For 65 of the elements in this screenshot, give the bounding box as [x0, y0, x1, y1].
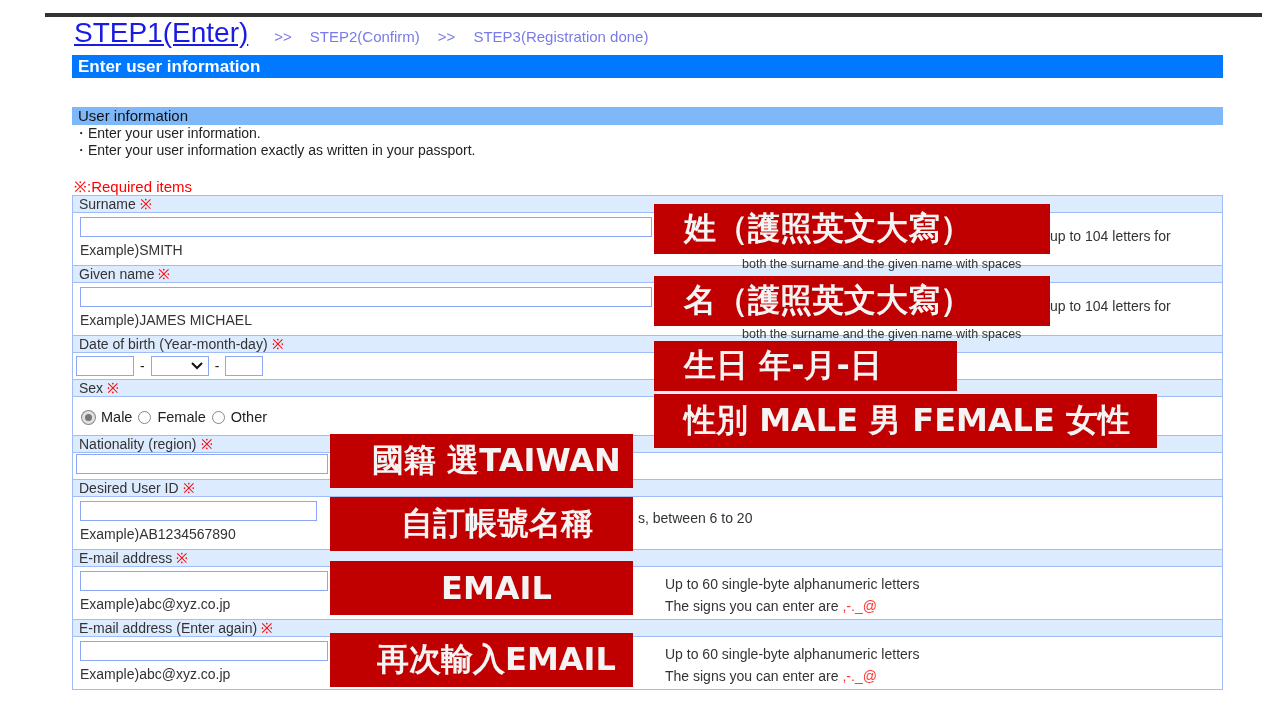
- field-label: Sex: [79, 380, 104, 396]
- step-separator: >>: [274, 28, 292, 45]
- text-input[interactable]: [80, 501, 317, 521]
- month-select[interactable]: [150, 356, 209, 376]
- field-label: Given name: [79, 266, 155, 282]
- field-label: Desired User ID: [79, 480, 179, 496]
- annotation-label: 名（護照英文大寫）: [654, 276, 1050, 326]
- text-input[interactable]: [80, 217, 652, 237]
- hint-text: The signs you can enter are ,-._@: [665, 667, 878, 686]
- hint-text: Up to 60 single-byte alphanumeric letters: [665, 645, 920, 664]
- required-mark: ※: [182, 480, 195, 496]
- required-mark: ※: [271, 336, 284, 352]
- required-mark: ※: [107, 380, 120, 396]
- hint-text: Up to 60 single-byte alphanumeric letters: [665, 575, 920, 594]
- date-separator: -: [214, 358, 220, 374]
- text-input[interactable]: [80, 571, 328, 591]
- chevron-down-icon: [189, 361, 204, 371]
- example-text: Example)abc@xyz.co.jp: [80, 666, 231, 683]
- field-label: Nationality (region): [79, 436, 197, 452]
- radio-button[interactable]: [211, 410, 225, 424]
- example-text: Example)abc@xyz.co.jp: [80, 596, 231, 613]
- field-label: E-mail address: [79, 550, 173, 566]
- step-separator: >>: [437, 28, 456, 45]
- field-label: Date of birth (Year-month-day): [79, 336, 268, 352]
- annotation-label: 國籍 選TAIWAN: [330, 434, 633, 488]
- hint-text: both the surname and the given name with spaces: [742, 328, 1022, 341]
- annotation-label: 生日 年-月-日: [654, 341, 957, 391]
- hint-text: s, between 6 to 20: [638, 509, 753, 528]
- instruction-text: ・Enter your user information.: [73, 125, 262, 142]
- field-label: Surname: [79, 196, 136, 212]
- annotation-label: 姓（護照英文大寫）: [654, 204, 1050, 254]
- annotation-label: 再次輸入EMAIL: [330, 633, 633, 687]
- required-mark: ※: [261, 620, 274, 636]
- required-mark: ※: [158, 266, 171, 282]
- required-mark: ※: [139, 196, 152, 212]
- step-link[interactable]: STEP1(Enter): [74, 17, 249, 49]
- annotation-label: EMAIL: [330, 561, 633, 615]
- required-note: ※:Required items: [73, 179, 194, 195]
- hint-text: up to 104 letters for: [1050, 297, 1171, 315]
- radio-label[interactable]: Female: [157, 409, 206, 425]
- radio-button[interactable]: [138, 410, 152, 424]
- required-mark: ※: [176, 550, 189, 566]
- section-header: User information: [72, 107, 1223, 125]
- field-label: E-mail address (Enter again): [79, 620, 258, 636]
- radio-label[interactable]: Other: [230, 409, 268, 425]
- hint-text: both the surname and the given name with spaces: [742, 258, 1022, 271]
- instruction-text: ・Enter your user information exactly as written in your passport.: [73, 142, 477, 159]
- example-text: Example)JAMES MICHAEL: [80, 312, 252, 329]
- required-mark: ※: [200, 436, 213, 452]
- text-input[interactable]: [80, 641, 328, 661]
- step-link[interactable]: STEP3(Registration done): [473, 28, 649, 45]
- step-link[interactable]: STEP2(Confirm): [309, 28, 420, 45]
- example-text: Example)AB1234567890: [80, 526, 236, 543]
- radio-label[interactable]: Male: [101, 409, 133, 425]
- page-title-bar: Enter user information: [72, 55, 1223, 78]
- annotation-label: 自訂帳號名稱: [330, 497, 633, 551]
- hint-text: The signs you can enter are ,-._@: [665, 597, 878, 616]
- text-input[interactable]: [80, 287, 652, 307]
- year-input[interactable]: [76, 356, 134, 376]
- date-separator: -: [140, 358, 145, 374]
- day-input[interactable]: [225, 356, 264, 376]
- text-input[interactable]: [76, 454, 328, 474]
- hint-text: up to 104 letters for: [1050, 227, 1171, 245]
- annotation-label: 性別 MALE 男 FEMALE 女性: [654, 394, 1157, 448]
- example-text: Example)SMITH: [80, 242, 183, 259]
